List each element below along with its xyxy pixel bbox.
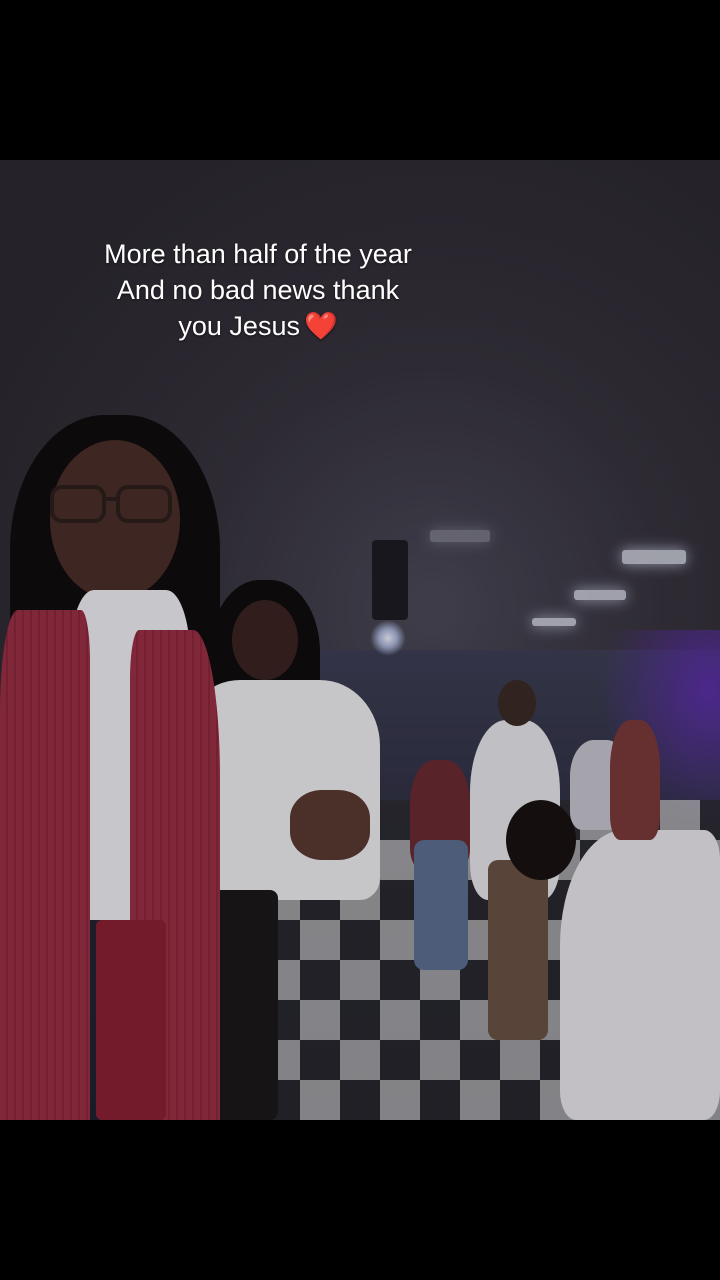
- caption-line-3: you Jesus ❤️: [40, 308, 476, 344]
- caption-line-1: More than half of the year: [104, 239, 412, 269]
- video-caption: More than half of the year And no bad ne…: [40, 236, 476, 344]
- heart-emoji-icon: ❤️: [303, 311, 338, 341]
- caption-line-3-text: you Jesus: [178, 311, 300, 341]
- caption-line-2: And no bad news thank: [116, 275, 400, 305]
